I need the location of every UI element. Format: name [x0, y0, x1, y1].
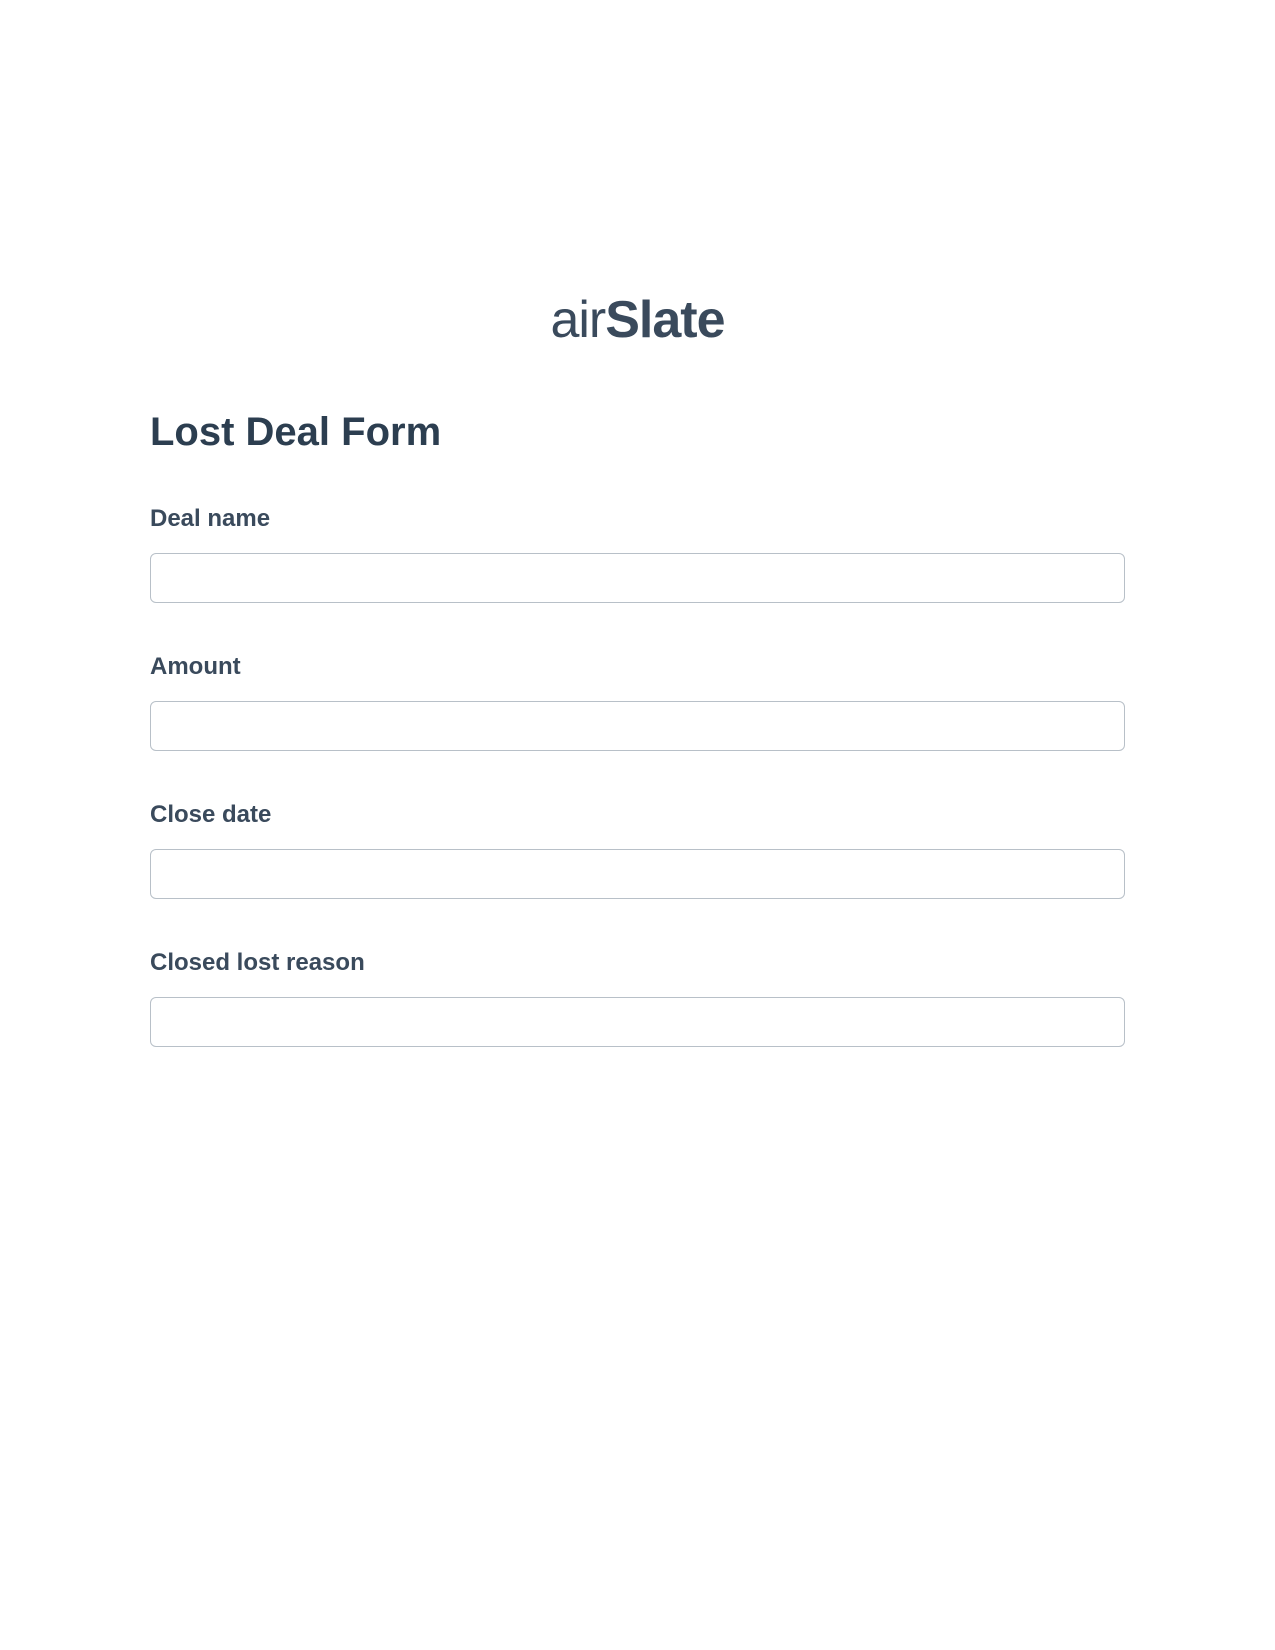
logo-text-part1: air: [550, 291, 605, 349]
logo-text-part2: Slate: [605, 291, 724, 349]
close-date-label: Close date: [150, 801, 1125, 829]
deal-name-label: Deal name: [150, 505, 1125, 533]
form-page: airSlate Lost Deal Form Deal name Amount…: [0, 0, 1275, 1047]
closed-lost-reason-label: Closed lost reason: [150, 949, 1125, 977]
close-date-input[interactable]: [150, 849, 1125, 899]
close-date-field: Close date: [150, 801, 1125, 899]
amount-label: Amount: [150, 653, 1125, 681]
logo-container: airSlate: [150, 290, 1125, 350]
closed-lost-reason-field: Closed lost reason: [150, 949, 1125, 1047]
deal-name-input[interactable]: [150, 553, 1125, 603]
amount-field: Amount: [150, 653, 1125, 751]
amount-input[interactable]: [150, 701, 1125, 751]
airslate-logo: airSlate: [550, 290, 724, 350]
deal-name-field: Deal name: [150, 505, 1125, 603]
form-title: Lost Deal Form: [150, 410, 1125, 455]
closed-lost-reason-input[interactable]: [150, 997, 1125, 1047]
